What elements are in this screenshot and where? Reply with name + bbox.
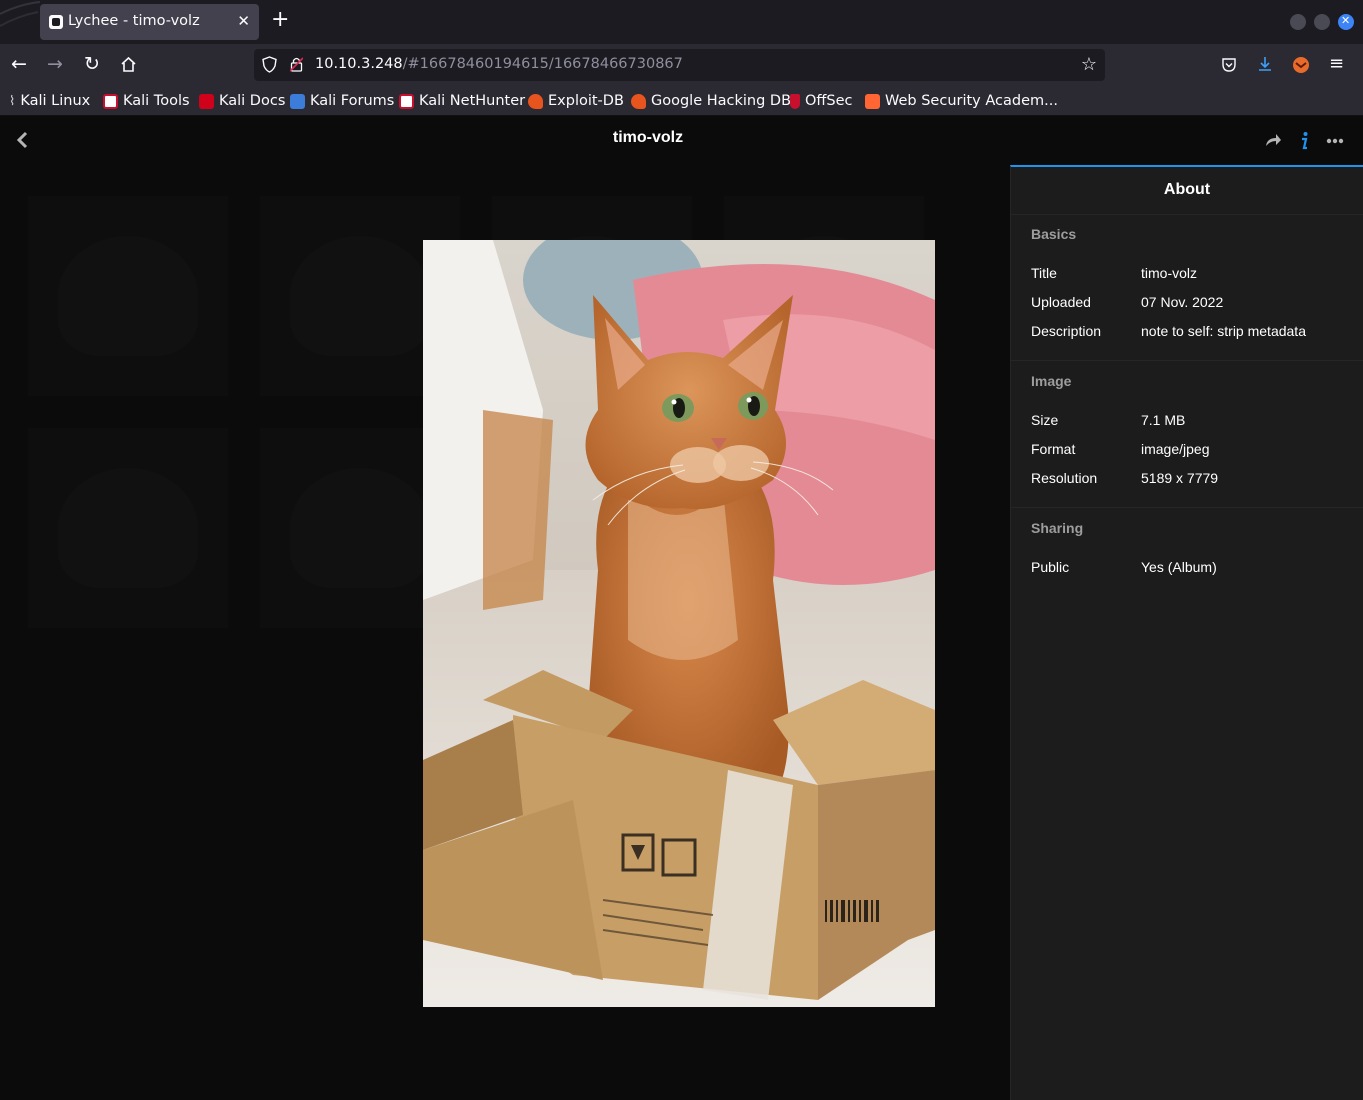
bookmark-label: Kali NetHunter [419, 93, 526, 109]
reload-icon[interactable]: ↻ [84, 54, 100, 74]
image-resolution-key: Resolution [1031, 470, 1098, 486]
album-thumbnail [28, 428, 228, 628]
kali-tools-icon [103, 93, 118, 109]
bookmark-kali-linux[interactable]: ⌇ Kali Linux [9, 91, 90, 111]
bookmark-label: Kali Forums [310, 93, 395, 109]
chevron-left-icon[interactable] [14, 130, 30, 150]
bookmarks-toolbar: ⌇ Kali Linux Kali Tools Kali Docs Kali F… [0, 86, 1363, 116]
basics-description-key: Description [1031, 323, 1102, 339]
section-heading-image: Image [1031, 373, 1072, 389]
back-arrow-icon[interactable]: ← [11, 54, 27, 74]
bookmark-label: Web Security Academ... [885, 93, 1058, 109]
portswigger-icon [865, 93, 880, 109]
kali-nethunter-icon [399, 93, 414, 109]
close-window-button[interactable] [1338, 14, 1354, 30]
kali-dragon-decoration [0, 1, 40, 27]
bookmark-label: Google Hacking DB [651, 93, 792, 109]
kali-docs-icon [199, 93, 214, 109]
bookmark-exploit-db[interactable]: Exploit-DB [528, 91, 624, 111]
bookmark-star-icon[interactable]: ☆ [1081, 54, 1097, 75]
share-icon[interactable] [1264, 131, 1282, 151]
insecure-lock-icon[interactable] [290, 56, 303, 72]
browser-tab-active[interactable]: Lychee - timo-volz ✕ [40, 4, 259, 40]
bookmark-label: Kali Docs [219, 93, 286, 109]
basics-title-key: Title [1031, 265, 1057, 281]
bookmark-kali-tools[interactable]: Kali Tools [103, 91, 190, 111]
tracking-shield-icon[interactable] [262, 56, 277, 73]
bookmark-kali-docs[interactable]: Kali Docs [199, 91, 285, 111]
info-icon[interactable] [1298, 131, 1310, 151]
image-resolution-value: 5189 x 7779 [1141, 470, 1219, 486]
bookmark-label: OffSec [805, 93, 853, 109]
image-format-key: Format [1031, 441, 1076, 457]
kali-dragon-icon: ⌇ [9, 93, 16, 109]
kali-forums-icon [290, 93, 305, 109]
bookmark-kali-nethunter[interactable]: Kali NetHunter [399, 91, 525, 111]
browser-tab-bar: Lychee - timo-volz ✕ + [0, 0, 1363, 44]
basics-uploaded-key: Uploaded [1031, 294, 1091, 310]
image-size-value: 7.1 MB [1141, 412, 1186, 428]
about-sidebar: About Basics Title timo-volz Uploaded 07… [1010, 165, 1363, 1100]
tab-close-icon[interactable]: ✕ [237, 12, 250, 30]
home-icon[interactable] [120, 56, 137, 73]
extension-fox-icon[interactable] [1292, 56, 1310, 74]
section-heading-sharing: Sharing [1031, 520, 1084, 536]
lychee-app: timo-volz About Basics Title timo-volz U… [0, 116, 1363, 1100]
basics-description-value: note to self: strip metadata [1141, 323, 1306, 339]
lychee-favicon-icon [49, 15, 63, 29]
maximize-window-button[interactable] [1314, 14, 1330, 30]
bookmark-label: Exploit-DB [548, 93, 624, 109]
app-menu-icon[interactable]: ≡ [1329, 53, 1344, 74]
bookmark-google-hacking-db[interactable]: Google Hacking DB [631, 91, 791, 111]
photo-header: timo-volz [0, 116, 1363, 164]
sidebar-divider [1011, 507, 1363, 508]
pocket-icon[interactable] [1221, 57, 1237, 73]
tab-title: Lychee - timo-volz [68, 13, 200, 29]
url-bar[interactable]: 10.10.3.248/#16678460194615/166784667308… [254, 49, 1105, 81]
album-thumbnail [28, 196, 228, 396]
bookmark-offsec[interactable]: OffSec [790, 91, 853, 111]
ghdb-icon [631, 93, 646, 109]
bookmark-kali-forums[interactable]: Kali Forums [290, 91, 394, 111]
image-size-key: Size [1031, 412, 1059, 428]
bookmark-label: Kali Linux [20, 93, 91, 109]
basics-title-value: timo-volz [1141, 265, 1198, 281]
more-options-icon[interactable] [1326, 138, 1344, 158]
bookmark-label: Kali Tools [123, 93, 190, 109]
sharing-public-key: Public [1031, 559, 1070, 575]
bookmark-web-security-academy[interactable]: Web Security Academ... [865, 91, 1058, 111]
sidebar-title: About [1163, 181, 1211, 198]
url-host: 10.10.3.248 [315, 56, 403, 72]
sidebar-divider [1011, 360, 1363, 361]
section-heading-basics: Basics [1031, 226, 1077, 242]
new-tab-icon[interactable]: + [271, 9, 289, 31]
downloads-icon[interactable] [1257, 55, 1273, 73]
photo-cat-in-box [423, 240, 935, 1007]
browser-nav-bar: ← → ↻ 10.10.3.248/#16678460194615/166784… [0, 44, 1363, 86]
page-title: timo-volz [612, 129, 684, 146]
sharing-public-value: Yes (Album) [1141, 559, 1217, 575]
exploit-db-icon [528, 93, 543, 109]
url-path: /#16678460194615/16678466730867 [402, 56, 683, 72]
offsec-icon [790, 93, 800, 109]
sidebar-divider [1011, 214, 1363, 215]
minimize-window-button[interactable] [1290, 14, 1306, 30]
url-text: 10.10.3.248/#16678460194615/166784667308… [315, 56, 683, 72]
forward-arrow-icon[interactable]: → [47, 54, 63, 74]
basics-uploaded-value: 07 Nov. 2022 [1141, 294, 1224, 310]
image-format-value: image/jpeg [1141, 441, 1210, 457]
